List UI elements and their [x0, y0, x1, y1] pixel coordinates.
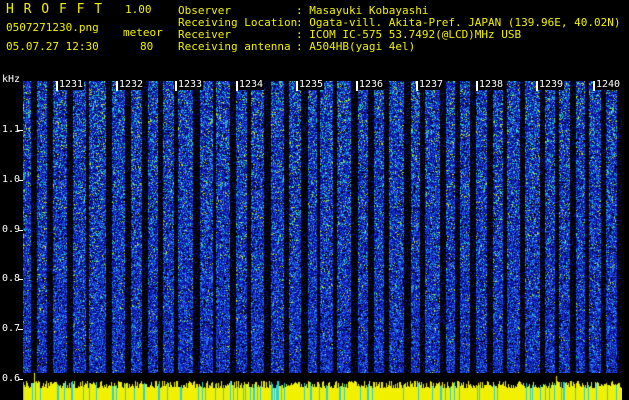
mode-label: meteor: [123, 26, 163, 39]
y-axis-unit: kHz: [2, 74, 21, 85]
time-label-1239: 1239: [538, 79, 565, 90]
count-label: 80: [140, 40, 154, 53]
hroft-window: H R O F F T 1.00 0507271230.png meteor 0…: [0, 0, 629, 400]
file-name: 0507271230.png: [6, 21, 99, 34]
location-value: : Ogata-vill. Akita-Pref. JAPAN (139.96E…: [296, 16, 621, 29]
receiver-value: : ICOM IC-575 53.7492(@LCD)MHz USB: [296, 28, 522, 41]
time-label-1240: 1240: [595, 79, 622, 90]
time-label-1231: 1231: [58, 79, 85, 90]
time-label-1238: 1238: [478, 79, 505, 90]
time-label-1233: 1233: [177, 79, 204, 90]
time-label-1235: 1235: [298, 79, 325, 90]
observer-value: : Masayuki Kobayashi: [296, 4, 429, 17]
antenna-value: : A504HB(yagi 4el): [296, 40, 416, 53]
receiver-label: Receiver: [178, 28, 231, 41]
app-title: H R O F F T: [6, 2, 104, 17]
app-version: 1.00: [125, 3, 152, 16]
time-label-1236: 1236: [358, 79, 385, 90]
time-label-1232: 1232: [118, 79, 145, 90]
time-label-1237: 1237: [418, 79, 445, 90]
antenna-label: Receiving antenna: [178, 40, 291, 53]
location-label: Receiving Location: [178, 16, 298, 29]
observer-label: Observer: [178, 4, 231, 17]
spectrogram-canvas: [23, 81, 622, 373]
datetime-label: 05.07.27 12:30: [6, 40, 99, 53]
signal-band-canvas: [23, 373, 622, 400]
time-label-1234: 1234: [238, 79, 265, 90]
